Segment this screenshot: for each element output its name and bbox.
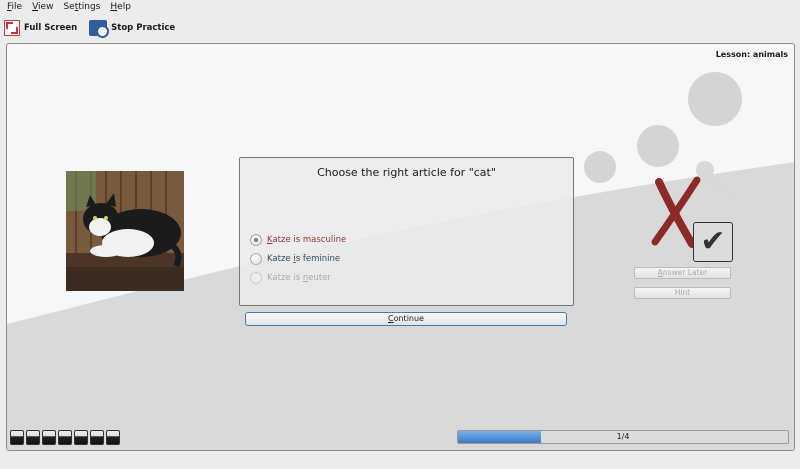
menu-help[interactable]: Help — [105, 0, 136, 14]
stop-practice-button[interactable]: Stop Practice — [89, 20, 176, 38]
full-screen-label: Full Screen — [24, 23, 78, 33]
hint-button[interactable]: Hint — [634, 287, 731, 299]
option-masculine-label: Katze is masculine — [267, 235, 347, 245]
practice-area: Lesson: animals Choose the right article… — [6, 43, 795, 451]
lesson-label: Lesson: animals — [715, 50, 788, 59]
progress-text: 1/4 — [616, 432, 630, 441]
box-3 — [42, 430, 56, 445]
full-screen-button[interactable]: Full Screen — [4, 20, 77, 36]
cat-photo — [66, 171, 184, 291]
radio-neuter[interactable] — [250, 272, 262, 284]
option-neuter[interactable]: Katze is neuter — [250, 272, 331, 284]
menu-settings[interactable]: Settings — [58, 0, 105, 14]
menu-view[interactable]: View — [27, 0, 58, 14]
toolbar: Full Screen Stop Practice — [0, 14, 800, 42]
box-6 — [90, 430, 104, 445]
stop-practice-label: Stop Practice — [111, 23, 176, 33]
box-1 — [10, 430, 24, 445]
radio-feminine[interactable] — [250, 253, 262, 265]
full-screen-icon — [4, 20, 20, 36]
option-masculine[interactable]: Katze is masculine — [250, 234, 346, 246]
option-neuter-label: Katze is neuter — [267, 273, 331, 283]
box-7 — [106, 430, 120, 445]
box-5 — [74, 430, 88, 445]
question-title: Choose the right article for "cat" — [317, 166, 496, 179]
question-panel: Choose the right article for "cat" Katze… — [239, 157, 574, 306]
menu-file[interactable]: File — [2, 0, 27, 14]
menu-bar: File View Settings Help — [0, 0, 800, 14]
answer-later-button[interactable]: Answer Later — [634, 267, 731, 279]
continue-button[interactable]: Continue — [245, 312, 567, 326]
box-2 — [26, 430, 40, 445]
option-feminine[interactable]: Katze is feminine — [250, 253, 340, 265]
box-indicator — [10, 430, 122, 445]
stop-practice-icon — [89, 20, 110, 38]
option-feminine-label: Katze is feminine — [267, 254, 341, 264]
check-answer-icon[interactable]: ✔ — [693, 222, 733, 262]
box-4 — [58, 430, 72, 445]
progress-bar: 1/4 — [457, 430, 789, 444]
radio-masculine[interactable] — [250, 234, 262, 246]
